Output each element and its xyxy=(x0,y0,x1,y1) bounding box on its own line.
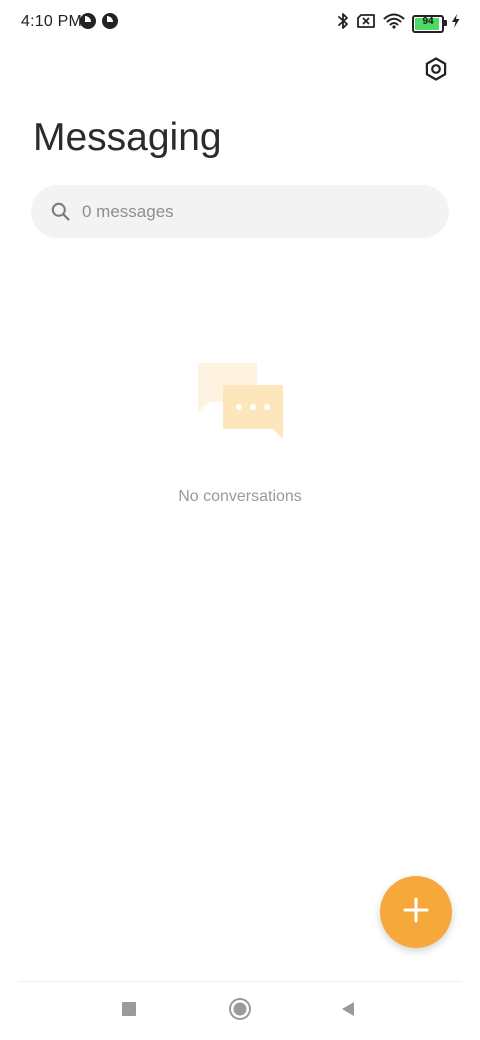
battery-level: 94 xyxy=(422,15,434,27)
home-circle-icon xyxy=(228,997,252,1026)
settings-button[interactable] xyxy=(420,55,452,87)
recents-square-icon xyxy=(121,1001,137,1022)
status-bar: 4:10 PM 94 xyxy=(0,0,480,44)
new-conversation-button[interactable] xyxy=(380,876,452,948)
status-system-icons: 94 xyxy=(337,12,460,35)
charging-icon xyxy=(451,14,460,33)
back-triangle-icon xyxy=(340,1000,356,1023)
back-button[interactable] xyxy=(324,982,372,1040)
empty-state-text: No conversations xyxy=(178,488,302,505)
status-time: 4:10 PM xyxy=(21,13,82,30)
app-notification-icon xyxy=(80,13,96,29)
navigation-bar xyxy=(0,982,480,1040)
messaging-screen: 4:10 PM 94 Messaging 0 messages No conve… xyxy=(0,0,480,1040)
settings-hexagon-icon xyxy=(423,56,449,87)
search-placeholder: 0 messages xyxy=(82,201,174,221)
battery-cap xyxy=(444,19,447,26)
chat-bubbles-icon xyxy=(196,361,286,443)
plus-icon xyxy=(402,896,430,929)
bluetooth-icon xyxy=(337,12,349,35)
app-notification-icon xyxy=(102,13,118,29)
battery-icon: 94 xyxy=(412,14,447,33)
search-bar[interactable]: 0 messages xyxy=(31,185,449,238)
page-title: Messaging xyxy=(33,116,222,159)
search-icon xyxy=(50,202,70,222)
wifi-icon xyxy=(383,13,405,34)
no-sim-icon xyxy=(356,13,376,34)
status-notification-icons xyxy=(80,13,118,29)
recents-button[interactable] xyxy=(105,982,153,1040)
home-button[interactable] xyxy=(216,982,264,1040)
